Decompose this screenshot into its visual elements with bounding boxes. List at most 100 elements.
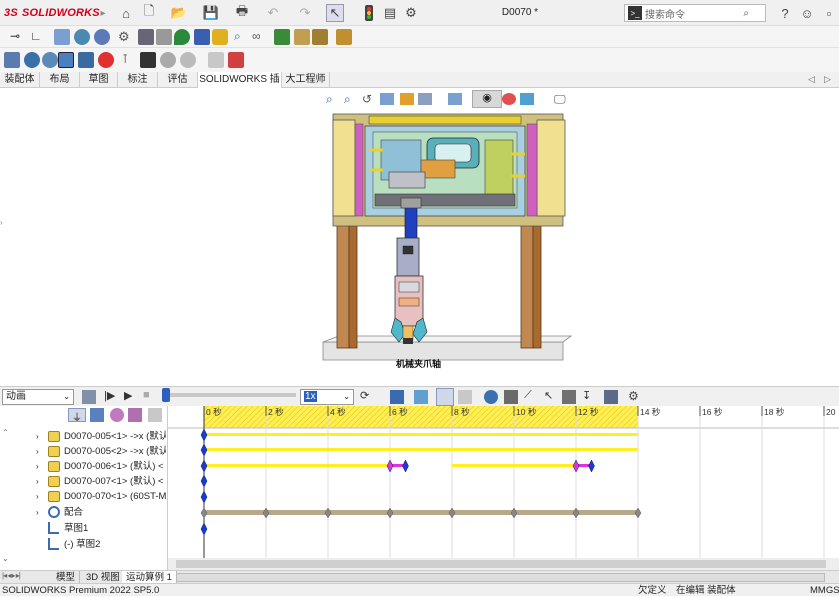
image-icon[interactable] <box>294 29 310 45</box>
undo-icon[interactable]: ↶ <box>264 4 282 22</box>
force-icon[interactable]: ↖ <box>544 389 553 402</box>
pin-icon[interactable]: ⊺ <box>122 52 138 68</box>
solidworks-logo[interactable]: 3S SOLIDWORKS <box>4 4 100 22</box>
display-style-icon[interactable] <box>448 93 462 105</box>
restore-window-icon[interactable]: ▫ <box>820 4 838 22</box>
tree-item[interactable]: › D0070-005<1> ->x (默认) <box>0 429 166 444</box>
hide-show-icon[interactable]: ◉ <box>472 90 502 108</box>
save-icon[interactable]: 💾 <box>202 4 220 22</box>
scroll-left-icon[interactable]: ◁ <box>808 74 815 85</box>
link-icon[interactable] <box>42 52 58 68</box>
results-plots-icon[interactable] <box>604 390 618 404</box>
tree-item[interactable]: › D0070-007<1> (默认) < <box>0 474 166 489</box>
calculate-icon[interactable] <box>82 390 96 404</box>
zoom-tool-icon[interactable]: ⌕ <box>234 29 250 45</box>
menu-expand-icon[interactable]: ▸ <box>94 4 112 22</box>
open-folder-icon[interactable]: 📂 <box>170 4 188 22</box>
traffic-light-icon[interactable] <box>360 4 378 22</box>
expand-arrow-icon[interactable]: › <box>36 489 39 504</box>
toolbox-icon[interactable] <box>228 52 244 68</box>
stop-icon[interactable]: ■ <box>143 389 150 401</box>
horizontal-scrollbar[interactable] <box>176 573 825 582</box>
file-properties-icon[interactable]: ▤ <box>381 4 399 22</box>
tree-item[interactable]: 草图1 <box>0 521 166 536</box>
motion-timeline[interactable]: 0 秒 2 秒 4 秒 6 秒 8 秒 10 秒 12 秒 14 秒 16 秒 18 秒 20 <box>168 406 839 570</box>
globe-tool-icon[interactable] <box>74 29 90 45</box>
earth-icon[interactable] <box>24 52 40 68</box>
add-key-icon[interactable] <box>458 390 472 404</box>
cube-tool-icon[interactable] <box>138 29 154 45</box>
play-icon[interactable]: ▶ <box>124 389 132 402</box>
panel-toggle-icon[interactable]: › <box>0 218 3 227</box>
print-icon[interactable]: 🖶 <box>233 3 251 22</box>
tab-assembly[interactable]: 装配体 <box>0 72 40 88</box>
view-orientation-icon[interactable] <box>418 93 432 105</box>
tab-sketch[interactable]: 草图 <box>80 72 118 88</box>
filter-animated-icon[interactable] <box>90 408 104 422</box>
display-tool-icon[interactable] <box>54 29 70 45</box>
timeline-canvas[interactable]: 0 秒 2 秒 4 秒 6 秒 8 秒 10 秒 12 秒 14 秒 16 秒 18 秒 20 <box>168 406 839 570</box>
play-from-start-icon[interactable]: |▶ <box>104 389 115 402</box>
tree-item[interactable]: › D0070-070<1> (60ST-M <box>0 489 166 504</box>
contact-icon[interactable] <box>562 390 576 404</box>
k-tool-icon[interactable] <box>140 52 156 68</box>
blue-part-icon[interactable] <box>194 29 210 45</box>
tree-item[interactable]: (-) 草图2 <box>0 537 166 552</box>
previous-view-icon[interactable]: ↺ <box>362 92 372 106</box>
status-units[interactable]: MMGS <box>810 584 839 597</box>
excel-icon[interactable] <box>274 29 290 45</box>
color-wheel-icon[interactable] <box>98 52 114 68</box>
autokey-icon[interactable] <box>436 388 454 406</box>
settings-tool-icon[interactable]: ⚙ <box>118 29 134 45</box>
tab-solidworks-addins[interactable]: SOLIDWORKS 插件 <box>198 72 282 101</box>
filter-driving-icon[interactable] <box>110 408 124 422</box>
select-pointer-icon[interactable]: ↖ <box>326 4 344 22</box>
tab-nav-arrows-icon[interactable]: |◂ ◂ ▸ ▸| <box>2 571 21 580</box>
motor-icon[interactable] <box>484 390 498 404</box>
spring-icon[interactable] <box>504 390 518 404</box>
playback-slider-thumb[interactable] <box>162 388 170 402</box>
dimension-tool-icon[interactable]: ⊸ <box>10 29 26 45</box>
gray-tool-icon[interactable] <box>208 52 224 68</box>
expand-arrow-icon[interactable]: › <box>36 444 39 459</box>
options-gear-icon[interactable]: ⚙ <box>402 4 420 22</box>
view-settings-icon[interactable]: 🖵 <box>554 92 566 107</box>
motion-options-icon[interactable]: ⚙ <box>628 389 639 403</box>
help-icon[interactable]: ? <box>776 4 794 22</box>
zoom-to-fit-icon[interactable]: ⌕ <box>326 92 333 107</box>
binoculars-icon[interactable]: ∞ <box>252 29 268 45</box>
checklist-icon[interactable] <box>78 52 94 68</box>
tab-layout[interactable]: 布局 <box>40 72 80 88</box>
gravity-icon[interactable]: ↧ <box>582 389 591 402</box>
expand-arrow-icon[interactable]: › <box>36 459 39 474</box>
scene-icon[interactable] <box>520 93 534 105</box>
scroll-right-icon[interactable]: ▷ <box>824 74 831 85</box>
playback-slider[interactable] <box>162 393 296 397</box>
leaf-tool-icon[interactable] <box>174 29 190 45</box>
filter-results-icon[interactable] <box>148 408 162 422</box>
study-type-select[interactable]: 动画 ⌄ <box>2 389 74 405</box>
expand-arrow-icon[interactable]: › <box>36 474 39 489</box>
tree-item[interactable]: › 配合 <box>0 505 166 520</box>
expand-arrow-icon[interactable]: › <box>36 505 39 520</box>
tree-item[interactable]: › D0070-005<2> ->x (默认) <box>0 444 166 459</box>
report-icon[interactable] <box>336 29 352 45</box>
tab-evaluate[interactable]: 评估 <box>158 72 198 88</box>
expand-arrow-icon[interactable]: › <box>36 429 39 444</box>
search-commands-input[interactable]: >_ 搜索命令 ⌕ <box>624 4 766 22</box>
zoom-area-icon[interactable]: ⌕ <box>344 92 351 107</box>
filter-selected-icon[interactable] <box>128 408 142 422</box>
yellow-part-icon[interactable] <box>212 29 228 45</box>
sphere-tool-icon[interactable] <box>94 29 110 45</box>
tree-scroll-down-icon[interactable]: ⌄ <box>2 554 9 563</box>
tree-item[interactable]: › D0070-006<1> (默认) < <box>0 459 166 474</box>
animation-wizard-icon[interactable] <box>414 390 428 404</box>
section-view-icon[interactable] <box>380 93 394 105</box>
redo-icon[interactable]: ↷ <box>296 4 314 22</box>
damper-icon[interactable]: ⟋ <box>524 389 532 402</box>
loop-icon[interactable]: ⟳ <box>360 389 369 402</box>
new-document-icon[interactable]: 🗋 <box>140 3 158 22</box>
home-icon[interactable]: ⌂ <box>117 4 135 22</box>
graphics-area[interactable]: ⌕ ⌕ ↺ ◉ 🖵 › 机械夹爪轴 <box>0 88 839 386</box>
tab-engineer[interactable]: 大工程师 <box>282 72 330 88</box>
